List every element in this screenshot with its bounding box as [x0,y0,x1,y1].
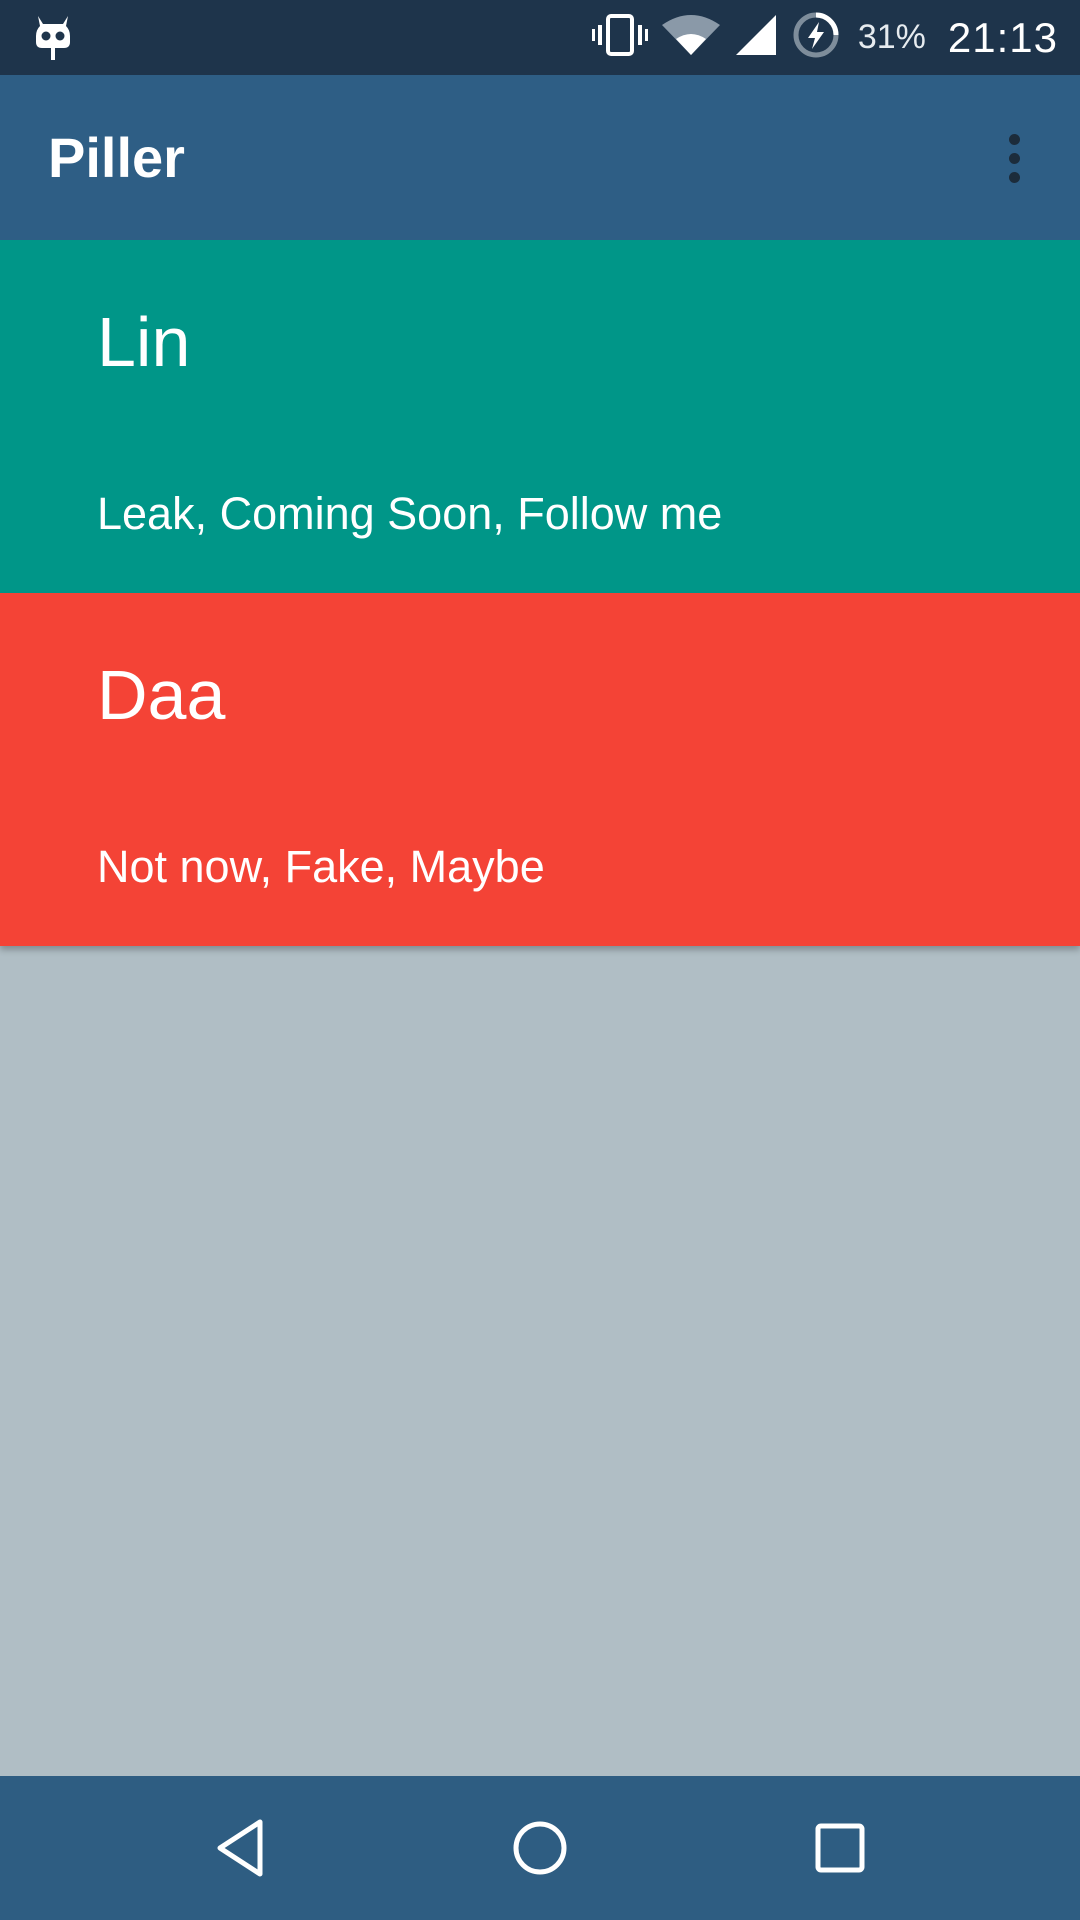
battery-percent: 31% [857,18,926,56]
vibrate-icon [591,13,648,62]
battery-charging-icon [792,11,840,64]
card-title: Daa [97,656,226,734]
card-subtitle: Leak, Coming Soon, Follow me [97,488,723,539]
list-item[interactable]: Lin Leak, Coming Soon, Follow me [0,240,1080,593]
cell-signal-icon [734,13,778,62]
clock: 21:13 [947,13,1058,61]
home-icon[interactable] [490,1798,590,1898]
app-bar: Piller [0,75,1080,240]
wifi-icon [661,13,720,62]
back-icon[interactable] [190,1798,290,1898]
navigation-bar [0,1776,1080,1920]
status-bar: 31% 21:13 [0,0,1080,75]
list-item[interactable]: Daa Not now, Fake, Maybe [0,593,1080,946]
card-subtitle: Not now, Fake, Maybe [97,841,545,892]
overflow-menu-icon[interactable] [984,125,1044,191]
app-title: Piller [48,126,185,189]
empty-content-area [0,946,1080,1776]
cyanogenmod-mascot-icon [30,14,76,62]
recents-icon[interactable] [790,1798,890,1898]
card-title: Lin [97,303,191,381]
